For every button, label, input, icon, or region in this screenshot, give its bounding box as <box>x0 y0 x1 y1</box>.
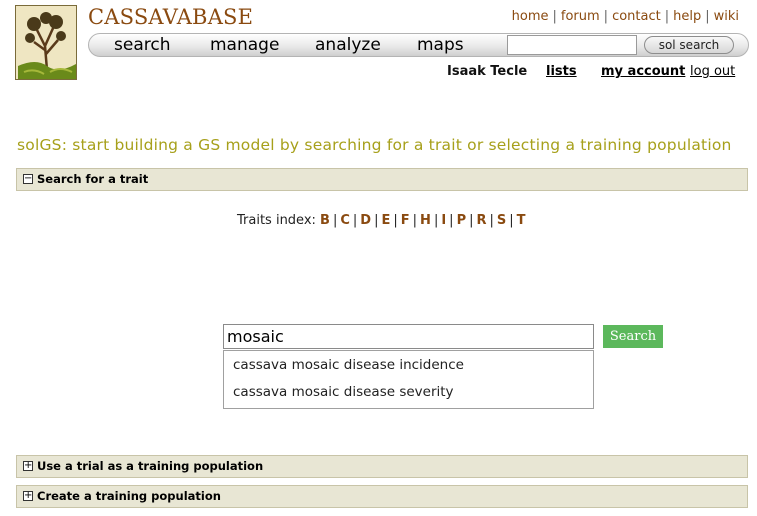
separator: | <box>509 213 514 228</box>
separator: | <box>603 9 609 24</box>
user-name: Isaak Tecle <box>447 64 528 79</box>
section-label: Create a training population <box>37 489 221 503</box>
trait-letter-s[interactable]: S <box>497 213 506 228</box>
main-nav-bar: search manage analyze maps sol search <box>88 33 749 57</box>
brand-name[interactable]: CASSAVABASE <box>88 5 253 29</box>
trait-letter-f[interactable]: F <box>401 213 410 228</box>
cassava-tree-logo-icon[interactable] <box>15 5 77 80</box>
expand-icon[interactable]: + <box>23 461 33 471</box>
traits-index-label: Traits index: <box>237 213 316 228</box>
traits-index: Traits index: B | C | D | E | F | H | I | P | R | S | T <box>237 213 526 228</box>
separator: | <box>393 213 398 228</box>
suggestion-item[interactable]: cassava mosaic disease severity <box>233 384 454 400</box>
section-search-trait[interactable]: − Search for a trait <box>16 168 748 191</box>
trait-letter-c[interactable]: C <box>340 213 350 228</box>
my-account-link[interactable]: my account <box>601 64 685 79</box>
trait-letter-i[interactable]: I <box>441 213 446 228</box>
expand-icon[interactable]: + <box>23 491 33 501</box>
separator: | <box>705 9 710 24</box>
separator: | <box>374 213 379 228</box>
separator: | <box>352 213 358 228</box>
trait-letter-r[interactable]: R <box>476 213 486 228</box>
trait-search-input[interactable] <box>223 324 594 349</box>
separator: | <box>552 9 557 24</box>
separator: | <box>433 213 439 228</box>
section-use-trial[interactable]: + Use a trial as a training population <box>16 455 748 478</box>
lists-link[interactable]: lists <box>546 64 577 79</box>
trait-letter-b[interactable]: B <box>320 213 330 228</box>
top-links: home | forum | contact | help | wiki <box>512 9 739 24</box>
logout-link[interactable]: log out <box>690 64 735 79</box>
section-label: Search for a trait <box>37 172 149 186</box>
nav-manage[interactable]: manage <box>210 35 279 55</box>
nav-analyze[interactable]: analyze <box>315 35 381 55</box>
separator: | <box>449 213 454 228</box>
contact-link[interactable]: contact <box>612 9 661 24</box>
trait-letter-p[interactable]: P <box>457 213 467 228</box>
forum-link[interactable]: forum <box>561 9 600 24</box>
separator: | <box>332 213 338 228</box>
trait-search-button[interactable]: Search <box>603 325 663 348</box>
section-create-population[interactable]: + Create a training population <box>16 485 748 508</box>
separator: | <box>489 213 494 228</box>
separator: | <box>469 213 474 228</box>
trait-letter-e[interactable]: E <box>381 213 390 228</box>
wiki-link[interactable]: wiki <box>714 9 739 24</box>
suggestion-item[interactable]: cassava mosaic disease incidence <box>233 357 464 373</box>
section-label: Use a trial as a training population <box>37 459 264 473</box>
sol-search-button[interactable]: sol search <box>644 36 734 54</box>
separator: | <box>412 213 418 228</box>
nav-search[interactable]: search <box>114 35 170 55</box>
help-link[interactable]: help <box>673 9 701 24</box>
trait-letter-d[interactable]: D <box>360 213 371 228</box>
collapse-icon[interactable]: − <box>23 174 33 184</box>
site-search-input[interactable] <box>507 35 637 55</box>
autocomplete-dropdown: cassava mosaic disease incidence cassava… <box>223 350 594 409</box>
trait-letter-h[interactable]: H <box>420 213 431 228</box>
nav-maps[interactable]: maps <box>417 35 464 55</box>
separator: | <box>664 9 670 24</box>
trait-letter-t[interactable]: T <box>517 213 526 228</box>
page-title: solGS: start building a GS model by sear… <box>17 136 732 154</box>
home-link[interactable]: home <box>512 9 549 24</box>
